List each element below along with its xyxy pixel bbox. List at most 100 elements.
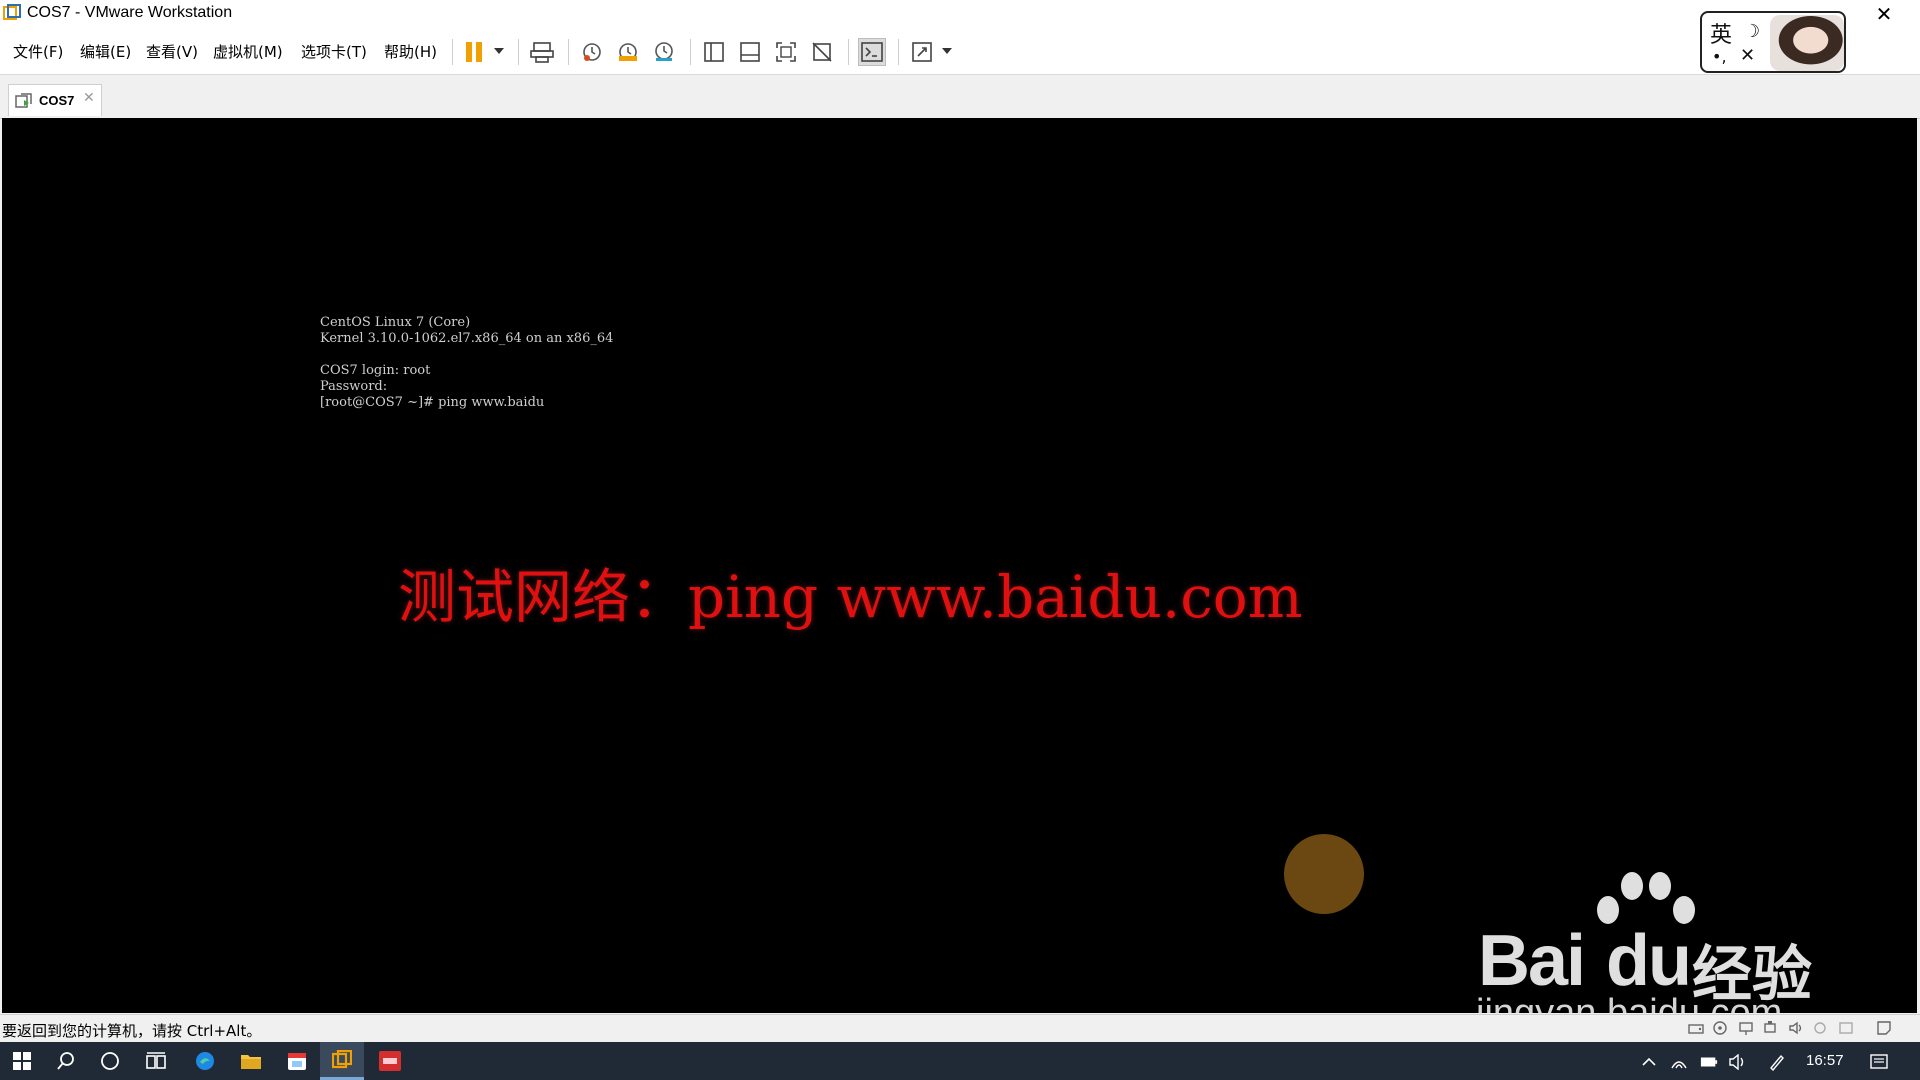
cd-dvd-icon[interactable]	[1712, 1020, 1728, 1036]
taskbar-clock[interactable]: 16:57	[1806, 1052, 1844, 1069]
full-screen-button[interactable]	[772, 38, 800, 66]
mouse-cursor-indicator	[1284, 834, 1364, 914]
vmware-taskbar-button[interactable]	[320, 1042, 364, 1080]
menu-bar: 文件(F) 编辑(E) 查看(V) 虚拟机(M) 选项卡(T) 帮助(H)	[0, 28, 1920, 75]
library-view-button[interactable]	[700, 38, 728, 66]
menu-tabs[interactable]: 选项卡(T)	[301, 41, 367, 62]
tab-label: COS7	[39, 93, 75, 108]
network-adapter-icon[interactable]	[1738, 1020, 1754, 1036]
menu-file[interactable]: 文件(F)	[13, 41, 63, 62]
ime-moon-icon[interactable]: ☽	[1744, 21, 1760, 42]
taskbar-search-button[interactable]	[44, 1042, 88, 1080]
tab-cos7[interactable]: COS7 ✕	[8, 84, 102, 116]
display-icon[interactable]	[1838, 1020, 1854, 1036]
message-log-icon[interactable]	[1876, 1020, 1892, 1036]
revert-snapshot-icon	[619, 43, 637, 61]
ime-status-widget[interactable]: 英 ☽ •, ✕	[1700, 11, 1846, 73]
close-window-button[interactable]: ✕	[1872, 2, 1896, 26]
tab-close-icon[interactable]: ✕	[83, 90, 95, 106]
console-line: CentOS Linux 7 (Core)	[320, 315, 471, 330]
baidu-jingyan-watermark: Bai du 经验 jingyan.baidu.com	[1470, 870, 1830, 1034]
thumbnail-bar-button[interactable]	[736, 38, 764, 66]
snapshot-manager-icon	[655, 42, 673, 61]
calendar-app-icon	[288, 1053, 306, 1070]
snapshot-icon	[583, 43, 601, 61]
unity-button[interactable]	[808, 38, 836, 66]
stretch-guest-icon	[912, 42, 932, 62]
unity-icon	[812, 42, 832, 62]
ime-language-indicator[interactable]: 英	[1710, 17, 1732, 49]
title-bar: COS7 - VMware Workstation ✕	[0, 0, 1920, 28]
console-line: [root@COS7 ~]# ping www.baidu	[320, 395, 545, 410]
sound-card-icon[interactable]	[1788, 1020, 1804, 1036]
full-screen-icon	[776, 42, 796, 62]
console-line: Password:	[320, 379, 388, 394]
snapshot-manager-button[interactable]	[650, 38, 678, 66]
usb-device-icon[interactable]	[1762, 1020, 1778, 1036]
menu-edit[interactable]: 编辑(E)	[80, 41, 131, 62]
console-output: CentOS Linux 7 (Core) Kernel 3.10.0-1062…	[320, 315, 613, 411]
hard-disk-icon[interactable]	[1688, 1020, 1704, 1036]
file-explorer-taskbar-button[interactable]	[229, 1042, 273, 1080]
status-bar: 要返回到您的计算机，请按 Ctrl+Alt。	[0, 1014, 1920, 1043]
library-view-icon	[704, 42, 724, 62]
stretch-dropdown-arrow[interactable]	[942, 48, 952, 54]
console-line: COS7 login: root	[320, 363, 431, 378]
menu-view[interactable]: 查看(V)	[146, 41, 198, 62]
tutorial-caption: 测试网络：ping www.baidu.com	[398, 563, 1303, 631]
ime-punctuation-icon[interactable]: •,	[1712, 47, 1727, 66]
pause-icon	[466, 42, 482, 62]
red-app-icon	[379, 1051, 401, 1071]
watermark-brand-du: du	[1606, 921, 1692, 1001]
printer-icon[interactable]	[1812, 1020, 1828, 1036]
stretch-guest-button[interactable]	[908, 38, 936, 66]
calendar-app-taskbar-button[interactable]	[275, 1042, 319, 1080]
file-explorer-icon	[241, 1055, 261, 1069]
toolbar-separator	[848, 39, 849, 65]
ime-skin-icon[interactable]: ✕	[1740, 45, 1755, 66]
toolbar-separator	[568, 39, 569, 65]
edge-taskbar-button[interactable]	[183, 1042, 227, 1080]
console-line: Kernel 3.10.0-1062.el7.x86_64 on an x86_…	[320, 331, 614, 346]
console-view-icon	[861, 42, 883, 62]
windows-start-icon	[13, 1052, 31, 1070]
window-title: COS7 - VMware Workstation	[27, 4, 233, 21]
console-view-button[interactable]	[858, 38, 886, 66]
pen-input-icon[interactable]	[1768, 1053, 1786, 1071]
edge-icon	[196, 1052, 214, 1070]
watermark-brand-latin: Bai	[1478, 921, 1586, 1001]
menu-vm[interactable]: 虚拟机(M)	[213, 41, 283, 62]
vm-tab-strip	[0, 75, 1920, 119]
vm-tab-icon	[15, 93, 32, 108]
ime-avatar-image	[1770, 15, 1844, 71]
take-snapshot-button[interactable]	[578, 38, 606, 66]
pause-button[interactable]	[460, 38, 488, 66]
toolbar-separator	[898, 39, 899, 65]
cortana-button[interactable]	[88, 1042, 132, 1080]
toolbar-separator	[690, 39, 691, 65]
revert-snapshot-button[interactable]	[614, 38, 642, 66]
vmware-app-icon	[3, 4, 21, 20]
send-ctrl-alt-del-icon	[530, 42, 554, 63]
pause-dropdown-arrow[interactable]	[494, 48, 504, 54]
action-center-icon[interactable]	[1870, 1053, 1888, 1071]
status-hint-text: 要返回到您的计算机，请按 Ctrl+Alt。	[2, 1022, 262, 1040]
watermark-brand: Bai du	[1478, 920, 1692, 1002]
task-view-icon	[146, 1052, 166, 1069]
send-ctrl-alt-del-button[interactable]	[528, 38, 556, 66]
red-app-taskbar-button[interactable]	[368, 1042, 412, 1080]
show-hidden-icons-chevron-icon[interactable]	[1640, 1053, 1658, 1071]
wifi-icon[interactable]	[1670, 1053, 1688, 1071]
battery-icon[interactable]	[1700, 1053, 1718, 1071]
start-button[interactable]	[0, 1042, 44, 1080]
vmware-workstation-window: COS7 - VMware Workstation ✕ 文件(F) 编辑(E) …	[0, 0, 1920, 1080]
cortana-icon	[101, 1052, 119, 1070]
search-icon	[57, 1052, 74, 1070]
vmware-icon	[332, 1049, 352, 1068]
menu-help[interactable]: 帮助(H)	[384, 41, 437, 62]
task-view-button[interactable]	[134, 1042, 178, 1080]
toolbar-separator	[452, 39, 453, 65]
volume-icon[interactable]	[1729, 1053, 1747, 1071]
toolbar-separator	[518, 39, 519, 65]
